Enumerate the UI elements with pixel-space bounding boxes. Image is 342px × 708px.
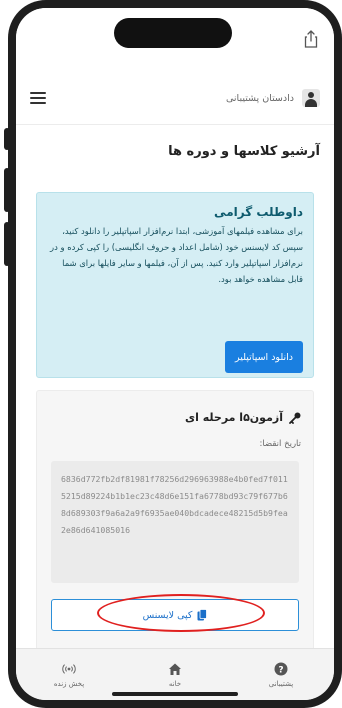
hamburger-menu-icon[interactable] [30,92,46,104]
share-icon[interactable] [304,30,318,48]
top-navbar: دادستان پشتیبانی [16,78,334,118]
info-notice: داوطلب گرامی برای مشاهده فیلمهای آموزشی،… [36,192,314,378]
navbar-divider [16,124,334,125]
exam-title: آزمون۵ا مرحله ای [185,411,283,424]
help-circle-icon: ? [274,662,288,675]
exam-header: آزمون۵ا مرحله ای [185,411,301,424]
nav-label-home: خانه [168,679,182,688]
notice-body: برای مشاهده فیلمهای آموزشی، ابتدا نرم‌اف… [50,226,303,284]
page-title: آرشیو کلاسها و دوره ها [168,144,320,159]
nav-label-live: پخش زنده [53,679,85,688]
dynamic-island [114,18,232,48]
user-menu[interactable]: دادستان پشتیبانی [226,89,320,107]
svg-text:?: ? [278,665,283,675]
home-indicator [112,692,238,696]
nav-item-home[interactable]: خانه [135,662,215,688]
download-spotplayer-button[interactable]: دانلود اسپاتپلیر [225,341,303,373]
avatar [302,89,320,107]
license-key-text[interactable]: 6836d772fb2df81981f78256d296963988e4b0fe… [51,461,299,583]
user-name: دادستان پشتیبانی [226,92,294,104]
live-broadcast-icon [62,663,76,674]
side-button-mid [4,168,10,212]
side-button-low [4,222,10,266]
expire-date-label: تاریخ انقضا: [259,439,301,449]
key-icon [289,412,301,424]
home-icon [169,663,181,675]
nav-item-live[interactable]: پخش زنده [29,662,109,688]
side-button-top [4,128,10,150]
nav-label-support: پشتیبانی [268,679,294,688]
status-bar [16,8,334,52]
highlight-circle [97,594,265,632]
nav-item-support[interactable]: ? پشتیبانی [241,662,321,688]
notice-title: داوطلب گرامی [214,205,303,219]
